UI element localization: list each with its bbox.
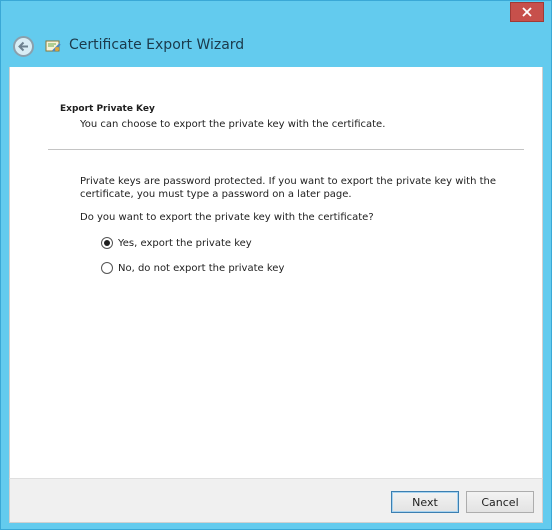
radio-export-yes[interactable]: Yes, export the private key (101, 237, 252, 249)
info-line-2: certificate, you must type a password on… (80, 189, 352, 200)
back-button[interactable] (13, 36, 34, 57)
page-heading: Export Private Key (60, 104, 155, 114)
close-icon (522, 7, 532, 17)
radio-selected-dot (104, 240, 110, 246)
back-arrow-icon (18, 41, 28, 52)
next-button[interactable]: Next (391, 491, 459, 513)
close-button[interactable] (510, 2, 544, 22)
radio-button-no[interactable] (101, 262, 113, 274)
info-line-1: Private keys are password protected. If … (80, 176, 496, 187)
info-text: Private keys are password protected. If … (80, 175, 510, 201)
page-subheading: You can choose to export the private key… (80, 119, 386, 130)
wizard-window: Certificate Export Wizard Export Private… (0, 0, 552, 530)
certificate-icon (45, 40, 61, 52)
header-separator (48, 149, 524, 150)
window-title: Certificate Export Wizard (69, 37, 245, 53)
radio-export-no[interactable]: No, do not export the private key (101, 262, 284, 274)
cancel-button[interactable]: Cancel (466, 491, 534, 513)
radio-button-yes[interactable] (101, 237, 113, 249)
radio-label-yes: Yes, export the private key (118, 237, 252, 249)
wizard-content: Export Private Key You can choose to exp… (9, 67, 543, 478)
radio-label-no: No, do not export the private key (118, 262, 285, 274)
question-text: Do you want to export the private key wi… (80, 212, 374, 223)
button-bar: Next Cancel (9, 478, 543, 523)
